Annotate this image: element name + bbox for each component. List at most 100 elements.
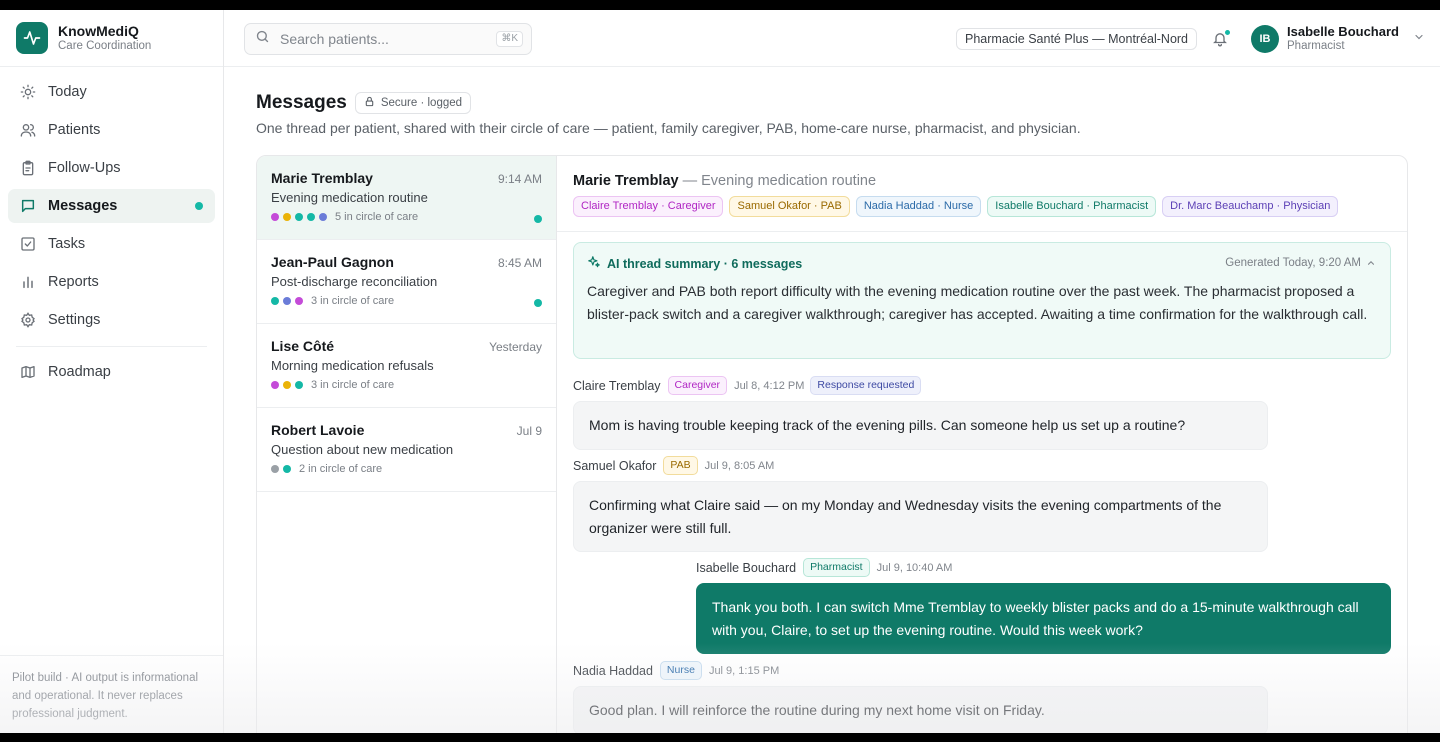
sidebar-item-tasks[interactable]: Tasks xyxy=(8,227,215,261)
message-own: Isabelle Bouchard Pharmacist Jul 9, 10:4… xyxy=(696,558,1391,654)
circle-count: 3 in circle of care xyxy=(311,295,395,307)
thread-subject: Post-discharge reconciliation xyxy=(271,274,438,289)
message-time: Jul 9, 10:40 AM xyxy=(876,561,953,574)
circle-count: 3 in circle of care xyxy=(311,379,395,391)
sidebar-disclaimer: Pilot build · AI output is informational… xyxy=(0,655,223,733)
thread-list: Marie Tremblay 9:14 AM Evening medicatio… xyxy=(257,156,557,733)
user-menu[interactable]: IB Isabelle Bouchard Pharmacist xyxy=(1251,24,1425,53)
sidebar-item-label: Follow-Ups xyxy=(48,160,121,176)
circle-count: 5 in circle of care xyxy=(335,211,419,223)
messages-panel: Marie Tremblay 9:14 AM Evening medicatio… xyxy=(256,155,1408,733)
role-badge: PAB xyxy=(663,456,698,475)
thread-time: 9:14 AM xyxy=(497,172,542,186)
nav-divider xyxy=(16,346,207,347)
sidebar: KnowMediQ Care Coordination Today Patien… xyxy=(0,10,224,733)
chevron-down-icon xyxy=(1413,30,1425,48)
users-icon xyxy=(20,122,36,138)
participant-dot xyxy=(271,381,279,389)
summary-collapse-toggle[interactable]: Generated Today, 9:20 AM xyxy=(1225,257,1376,269)
notification-dot xyxy=(1224,29,1231,36)
circle-count: 2 in circle of care xyxy=(299,463,383,475)
participant-dot xyxy=(283,297,291,305)
participant-dot xyxy=(295,381,303,389)
page-header: Messages Secure · logged One thread per … xyxy=(256,92,1081,136)
unread-dot xyxy=(195,202,203,210)
thread-time: 8:45 AM xyxy=(497,256,542,270)
participant-dot xyxy=(283,381,291,389)
thread-time: Jul 9 xyxy=(516,424,542,438)
conversation-patient: Marie Tremblay xyxy=(573,173,679,189)
message-bubble: Thank you both. I can switch Mme Trembla… xyxy=(696,583,1391,654)
page-title: Messages xyxy=(256,92,347,113)
thread-item[interactable]: Lise Côté Yesterday Morning medication r… xyxy=(257,324,556,408)
message-author: Claire Tremblay xyxy=(573,378,661,393)
message-bubble: Confirming what Claire said — on my Mond… xyxy=(573,481,1268,552)
sun-icon xyxy=(20,84,36,100)
avatar: IB xyxy=(1251,24,1279,53)
participant-dot xyxy=(307,213,315,221)
message-time: Jul 8, 4:12 PM xyxy=(734,379,805,392)
sidebar-item-label: Settings xyxy=(48,312,101,328)
unread-dot xyxy=(534,299,542,307)
conversation-header: Marie Tremblay — Evening medication rout… xyxy=(557,156,1407,232)
map-icon xyxy=(20,364,36,380)
pulse-logo-icon xyxy=(16,22,48,54)
participant-dot xyxy=(295,297,303,305)
circle-of-care: 3 in circle of care xyxy=(271,379,542,391)
message-square-icon xyxy=(20,198,36,214)
sidebar-nav: Today Patients Follow-Ups Messages Tasks xyxy=(0,67,223,389)
sidebar-item-label: Patients xyxy=(48,122,101,138)
participant-dot xyxy=(271,297,279,305)
ai-summary-text: Caregiver and PAB both report difficulty… xyxy=(587,283,1368,322)
sidebar-item-follow-ups[interactable]: Follow-Ups xyxy=(8,151,215,185)
circle-of-care: 3 in circle of care xyxy=(271,295,542,307)
role-badge: Nurse xyxy=(659,661,702,680)
message-author: Nadia Haddad xyxy=(573,663,653,678)
notifications-button[interactable] xyxy=(1212,29,1231,48)
chevron-up-icon xyxy=(1367,260,1375,265)
participant-chip[interactable]: Samuel Okafor · PAB xyxy=(729,196,850,217)
participant-dot xyxy=(271,213,279,221)
participant-chips: Claire Tremblay · Caregiver Samuel Okafo… xyxy=(573,196,1393,217)
secure-badge: Secure · logged xyxy=(354,92,472,114)
sidebar-item-patients[interactable]: Patients xyxy=(8,113,215,147)
message-time: Jul 9, 8:05 AM xyxy=(704,459,775,472)
gear-icon xyxy=(20,312,36,328)
message: Nadia Haddad Nurse Jul 9, 1:15 PM Good p… xyxy=(573,661,1268,733)
sidebar-item-roadmap[interactable]: Roadmap xyxy=(8,355,215,389)
pharmacy-selector[interactable]: Pharmacie Santé Plus — Montréal-Nord xyxy=(956,28,1198,50)
user-name: Isabelle Bouchard xyxy=(1287,24,1399,39)
message-time: Jul 9, 1:15 PM xyxy=(708,664,780,677)
sidebar-item-label: Tasks xyxy=(48,236,86,252)
sidebar-item-reports[interactable]: Reports xyxy=(8,265,215,299)
check-square-icon xyxy=(20,236,36,252)
clipboard-icon xyxy=(20,160,36,176)
message-author: Samuel Okafor xyxy=(573,458,657,473)
participant-chip[interactable]: Isabelle Bouchard · Pharmacist xyxy=(987,196,1157,217)
conversation: Marie Tremblay — Evening medication rout… xyxy=(557,156,1407,733)
summary-generated-time: Generated Today, 9:20 AM xyxy=(1225,257,1361,269)
thread-item[interactable]: Robert Lavoie Jul 9 Question about new m… xyxy=(257,408,556,492)
user-role: Pharmacist xyxy=(1287,40,1345,52)
search-icon xyxy=(255,29,270,49)
thread-item[interactable]: Jean-Paul Gagnon 8:45 AM Post-discharge … xyxy=(257,240,556,324)
keyboard-shortcut: ⌘K xyxy=(496,31,523,47)
conversation-subject: — Evening medication routine xyxy=(682,173,877,189)
sidebar-item-today[interactable]: Today xyxy=(8,75,215,109)
message: Claire Tremblay Caregiver Jul 8, 4:12 PM… xyxy=(573,376,1268,450)
message-author: Isabelle Bouchard xyxy=(696,560,797,575)
secure-badge-label: Secure · logged xyxy=(380,97,463,109)
search-input[interactable]: Search patients... ⌘K xyxy=(244,23,532,55)
ai-summary-card: AI thread summary · 6 messages Generated… xyxy=(573,242,1391,359)
page-subtitle: One thread per patient, shared with thei… xyxy=(256,120,1081,136)
thread-item[interactable]: Marie Tremblay 9:14 AM Evening medicatio… xyxy=(257,156,556,240)
participant-chip[interactable]: Nadia Haddad · Nurse xyxy=(855,196,982,217)
brand[interactable]: KnowMediQ Care Coordination xyxy=(0,10,223,67)
sidebar-item-settings[interactable]: Settings xyxy=(8,303,215,337)
participant-chip[interactable]: Claire Tremblay · Caregiver xyxy=(573,196,724,217)
thread-subject: Evening medication routine xyxy=(271,190,428,205)
message-bubble: Mom is having trouble keeping track of t… xyxy=(573,401,1268,450)
sidebar-item-messages[interactable]: Messages xyxy=(8,189,215,223)
thread-patient-name: Robert Lavoie xyxy=(271,422,365,438)
participant-chip[interactable]: Dr. Marc Beauchamp · Physician xyxy=(1162,196,1339,217)
